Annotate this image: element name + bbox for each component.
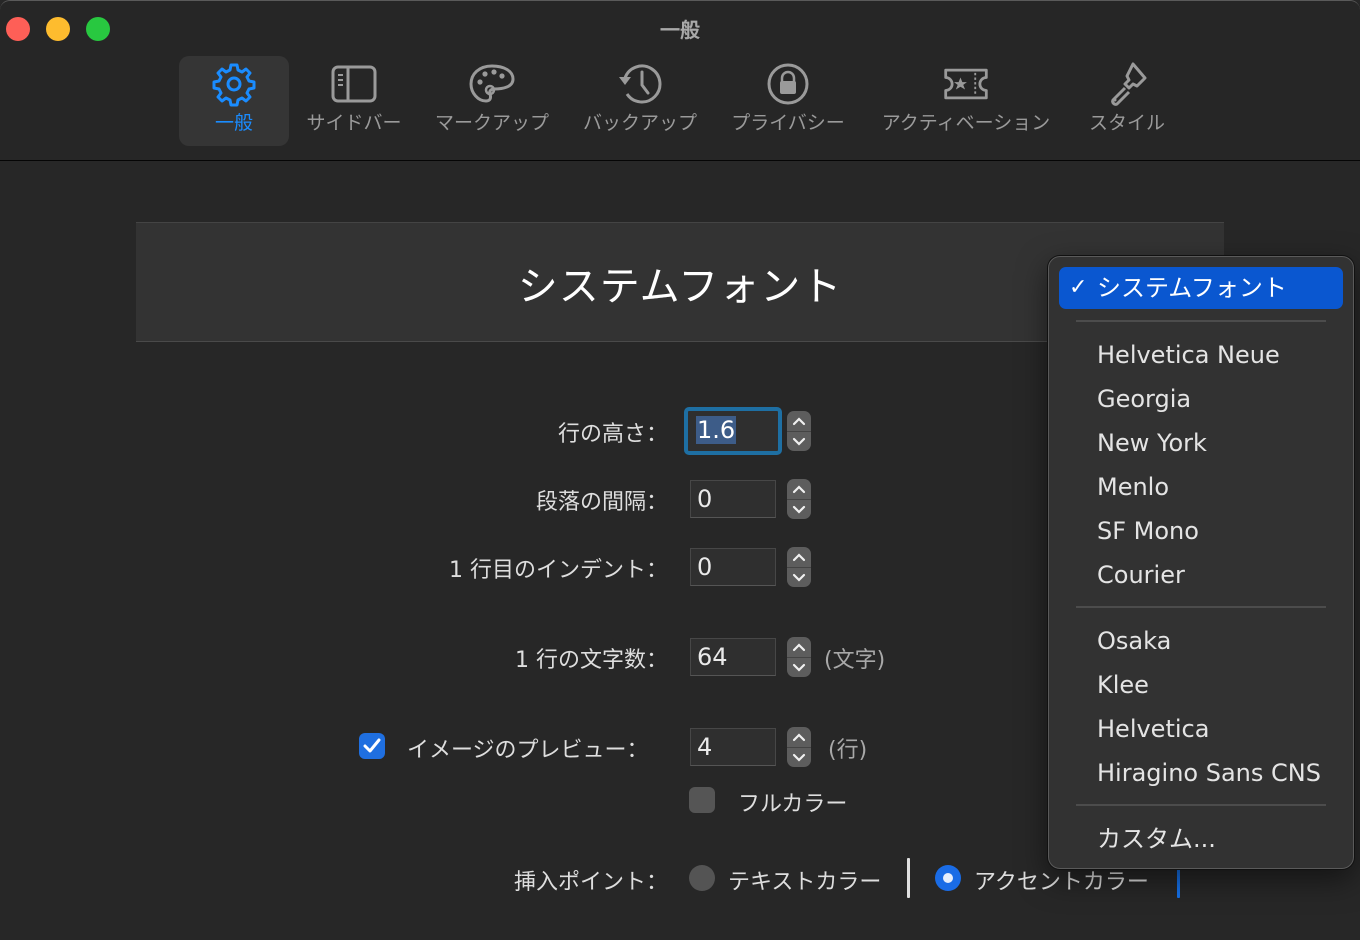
stepper-down-icon[interactable] bbox=[787, 657, 811, 677]
text-color-label: テキストカラー bbox=[728, 870, 882, 895]
lock-icon bbox=[764, 62, 812, 106]
font-menu: ✓ システムフォント Helvetica Neue Georgia New Yo… bbox=[1048, 256, 1354, 869]
stepper-up-icon[interactable] bbox=[787, 411, 811, 432]
line-height-value: 1.6 bbox=[696, 416, 737, 444]
menu-item-custom[interactable]: カスタム... bbox=[1059, 818, 1343, 860]
lines-unit-label: (行) bbox=[828, 738, 868, 763]
image-preview-stepper[interactable] bbox=[787, 727, 811, 767]
tab-label: プライバシー bbox=[731, 112, 845, 134]
menu-item-system-font[interactable]: ✓ システムフォント bbox=[1059, 267, 1343, 309]
menu-item-osaka[interactable]: Osaka bbox=[1059, 620, 1343, 662]
insertion-point-label: 挿入ポイント： bbox=[513, 870, 668, 895]
tab-sidebar[interactable]: サイドバー bbox=[298, 56, 410, 146]
full-color-label: フルカラー bbox=[738, 792, 848, 817]
sidebar-icon bbox=[330, 62, 378, 106]
paintbrush-icon bbox=[1103, 62, 1151, 106]
menu-item-new-york[interactable]: New York bbox=[1059, 422, 1343, 464]
tab-backup[interactable]: バックアップ bbox=[574, 56, 706, 146]
tab-label: アクティベーション bbox=[881, 112, 1051, 134]
stepper-down-icon[interactable] bbox=[787, 567, 811, 587]
stepper-up-icon[interactable] bbox=[787, 547, 811, 568]
tab-label: 一般 bbox=[214, 112, 253, 134]
chars-unit-label: (文字) bbox=[824, 648, 886, 673]
menu-item-helvetica[interactable]: Helvetica bbox=[1059, 708, 1343, 750]
ticket-star-icon bbox=[942, 62, 990, 106]
window-title: 一般 bbox=[660, 18, 700, 42]
menu-item-label: システムフォント bbox=[1097, 274, 1287, 302]
menu-item-georgia[interactable]: Georgia bbox=[1059, 378, 1343, 420]
first-line-indent-label: 1 行目のインデント： bbox=[449, 558, 668, 583]
line-height-field[interactable]: 1.6 bbox=[684, 407, 782, 455]
paragraph-spacing-stepper[interactable] bbox=[787, 479, 811, 519]
tab-label: サイドバー bbox=[306, 112, 402, 134]
chars-per-line-label: 1 行の文字数： bbox=[515, 648, 668, 673]
tab-label: バックアップ bbox=[582, 112, 697, 134]
chars-per-line-stepper[interactable] bbox=[787, 637, 811, 677]
menu-item-klee[interactable]: Klee bbox=[1059, 664, 1343, 706]
menu-item-hiragino-sans-cns[interactable]: Hiragino Sans CNS bbox=[1059, 752, 1343, 794]
menu-separator bbox=[1076, 606, 1326, 608]
first-line-indent-stepper[interactable] bbox=[787, 547, 811, 587]
stepper-up-icon[interactable] bbox=[787, 637, 811, 658]
line-height-label: 行の高さ： bbox=[557, 422, 668, 447]
tab-label: スタイル bbox=[1088, 112, 1165, 134]
paragraph-spacing-label: 段落の間隔： bbox=[535, 490, 668, 515]
menu-item-sf-mono[interactable]: SF Mono bbox=[1059, 510, 1343, 552]
image-preview-lines-field[interactable]: 4 bbox=[690, 728, 776, 766]
stepper-up-icon[interactable] bbox=[787, 727, 811, 748]
stepper-down-icon[interactable] bbox=[787, 499, 811, 519]
image-preview-label: イメージのプレビュー： bbox=[407, 738, 649, 763]
chars-per-line-field[interactable]: 64 bbox=[690, 638, 776, 676]
tab-markup[interactable]: マークアップ bbox=[426, 56, 558, 146]
palette-icon bbox=[468, 62, 516, 106]
text-color-radio[interactable] bbox=[689, 865, 715, 891]
text-color-caret-sample bbox=[907, 858, 910, 898]
stepper-up-icon[interactable] bbox=[787, 479, 811, 500]
tab-activation[interactable]: アクティベーション bbox=[872, 56, 1060, 146]
menu-separator bbox=[1076, 804, 1326, 806]
gear-icon bbox=[210, 62, 258, 107]
clock-history-icon bbox=[616, 62, 664, 106]
menu-item-courier[interactable]: Courier bbox=[1059, 554, 1343, 596]
menu-item-helvetica-neue[interactable]: Helvetica Neue bbox=[1059, 334, 1343, 376]
image-preview-checkbox[interactable] bbox=[359, 733, 385, 759]
tab-privacy[interactable]: プライバシー bbox=[722, 56, 854, 146]
tab-general[interactable]: 一般 bbox=[179, 56, 289, 146]
line-height-stepper[interactable] bbox=[787, 411, 811, 451]
toolbar-divider bbox=[0, 160, 1360, 161]
stepper-down-icon[interactable] bbox=[787, 747, 811, 767]
full-color-checkbox[interactable] bbox=[689, 787, 715, 813]
menu-item-menlo[interactable]: Menlo bbox=[1059, 466, 1343, 508]
first-line-indent-field[interactable]: 0 bbox=[690, 548, 776, 586]
checkmark-icon: ✓ bbox=[1069, 275, 1088, 300]
checkmark-icon bbox=[363, 738, 381, 753]
menu-separator bbox=[1076, 320, 1326, 322]
accent-color-radio[interactable] bbox=[935, 865, 961, 891]
tab-style[interactable]: スタイル bbox=[1078, 56, 1176, 146]
paragraph-spacing-field[interactable]: 0 bbox=[690, 480, 776, 518]
tab-label: マークアップ bbox=[434, 112, 549, 134]
stepper-down-icon[interactable] bbox=[787, 431, 811, 451]
